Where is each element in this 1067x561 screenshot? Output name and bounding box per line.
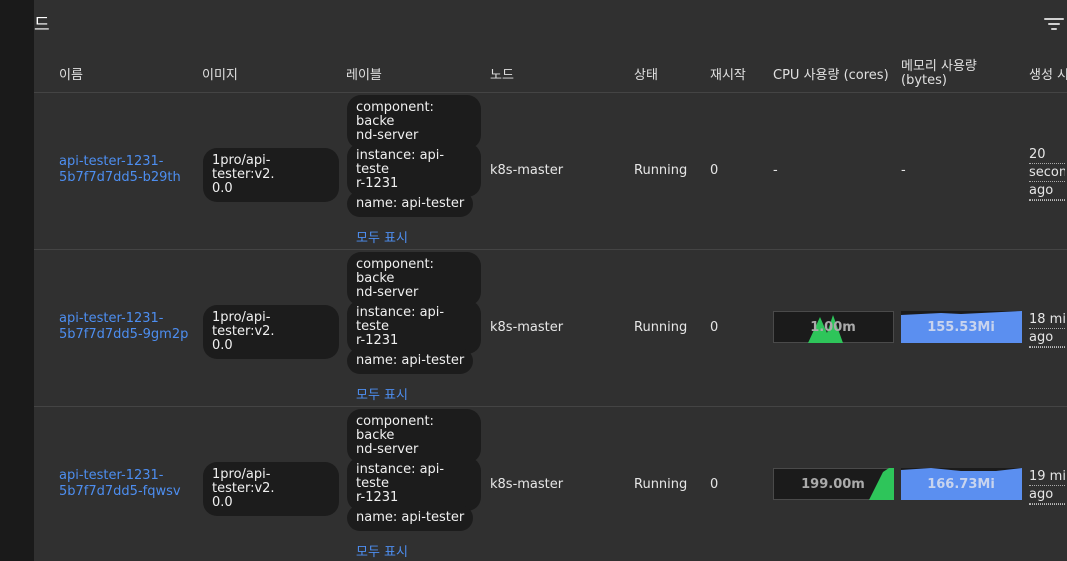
header-labels: 레이블 <box>346 68 382 83</box>
cpu-value: 1.00m <box>810 320 856 335</box>
pod-name-link[interactable]: api-tester-1231- 5b7f7d7dd5-9gm2p <box>59 311 199 343</box>
created-age: 20 secon ago <box>1029 146 1065 201</box>
memory-value: 166.73Mi <box>927 477 995 492</box>
show-all-link[interactable]: 모두 표시 <box>356 227 408 246</box>
header-restarts[interactable]: 재시작 <box>710 64 746 83</box>
label-chip: component: backe nd-server <box>347 409 481 463</box>
show-all-link[interactable]: 모두 표시 <box>356 384 408 403</box>
status-value: Running <box>634 477 688 492</box>
card-title: 드 <box>34 15 50 35</box>
header-cpu: CPU 사용량 (cores) <box>773 68 889 83</box>
image-chip: 1pro/api-tester:v2. 0.0 <box>203 148 339 202</box>
table-header: 이름 이미지 레이블 노드 상태 재시작 CPU 사용량 (cores) 메모리… <box>34 48 1067 93</box>
header-memory-line2: (bytes) <box>901 73 947 88</box>
pods-card: 드 이름 이미지 레이블 노드 상태 재시작 CPU 사용량 (cores) 메… <box>34 0 1067 561</box>
header-memory-line1: 메모리 사용량 <box>901 59 977 74</box>
left-rail <box>0 0 34 561</box>
status-value: Running <box>634 163 688 178</box>
memory-value: - <box>901 163 906 178</box>
label-chip: name: api-tester <box>347 348 474 374</box>
label-chip: instance: api-teste r-1231 <box>347 457 481 511</box>
label-chip: name: api-tester <box>347 505 474 531</box>
cpu-value: - <box>773 163 778 178</box>
restarts-value: 0 <box>710 477 719 492</box>
memory-sparkline: 155.53Mi <box>901 311 1022 343</box>
header-created[interactable]: 생성 시 <box>1029 64 1067 83</box>
created-age: 19 mi ago <box>1029 468 1065 505</box>
restarts-value: 0 <box>710 163 719 178</box>
node-value: k8s-master <box>490 477 564 492</box>
pod-name-link[interactable]: api-tester-1231- 5b7f7d7dd5-fqwsv <box>59 468 199 500</box>
filter-icon[interactable] <box>1044 16 1064 32</box>
created-age: 18 mi ago <box>1029 311 1065 348</box>
image-chip: 1pro/api-tester:v2. 0.0 <box>203 462 339 516</box>
node-value: k8s-master <box>490 320 564 335</box>
table-row: api-tester-1231- 5b7f7d7dd5-9gm2p 1pro/ap… <box>34 249 1067 407</box>
pod-name-link[interactable]: api-tester-1231- 5b7f7d7dd5-b29th <box>59 154 199 186</box>
status-value: Running <box>634 320 688 335</box>
table-row: api-tester-1231- 5b7f7d7dd5-fqwsv 1pro/ap… <box>34 406 1067 561</box>
header-status[interactable]: 상태 <box>634 64 658 83</box>
image-chip: 1pro/api-tester:v2. 0.0 <box>203 305 339 359</box>
label-chip: instance: api-teste r-1231 <box>347 300 481 354</box>
header-images: 이미지 <box>202 68 238 83</box>
label-chip: component: backe nd-server <box>347 95 481 149</box>
show-all-link[interactable]: 모두 표시 <box>356 541 408 560</box>
memory-value: 155.53Mi <box>927 320 995 335</box>
header-node[interactable]: 노드 <box>490 64 514 83</box>
cpu-sparkline: 199.00m <box>773 468 894 500</box>
memory-sparkline: 166.73Mi <box>901 468 1022 500</box>
node-value: k8s-master <box>490 163 564 178</box>
cpu-sparkline: 1.00m <box>773 311 894 343</box>
label-chip: name: api-tester <box>347 191 474 217</box>
cpu-value: 199.00m <box>801 477 865 492</box>
header-name[interactable]: 이름 <box>59 64 83 83</box>
restarts-value: 0 <box>710 320 719 335</box>
table-row: api-tester-1231- 5b7f7d7dd5-b29th 1pro/ap… <box>34 92 1067 250</box>
label-chip: instance: api-teste r-1231 <box>347 143 481 197</box>
label-chip: component: backe nd-server <box>347 252 481 306</box>
